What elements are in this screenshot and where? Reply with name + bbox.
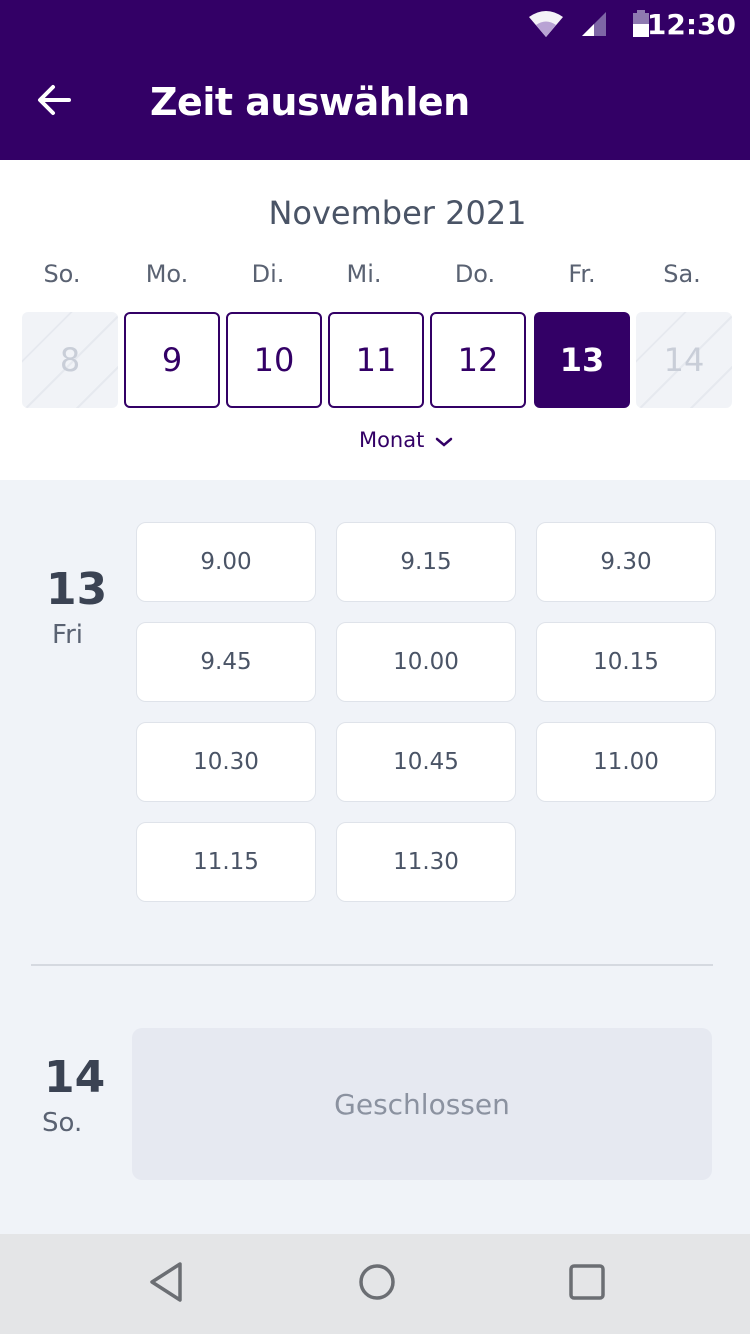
- time-slot-button[interactable]: 11.15: [136, 822, 316, 902]
- month-toggle-label: Monat: [358, 428, 425, 452]
- signal-icon: [580, 10, 608, 43]
- time-slot-button[interactable]: 10.15: [536, 622, 716, 702]
- time-slot-button[interactable]: 9.45: [136, 622, 316, 702]
- system-nav-bar: [0, 1234, 750, 1334]
- day-cell[interactable]: 10: [226, 312, 322, 408]
- chevron-down-icon: [435, 429, 453, 453]
- month-toggle-button[interactable]: Monat: [0, 428, 750, 453]
- weekday-label: Do.: [454, 260, 496, 288]
- arrow-left-icon: [36, 82, 72, 123]
- triangle-back-icon: [146, 1260, 186, 1309]
- time-slot-button[interactable]: 9.30: [536, 522, 716, 602]
- nav-recents-button[interactable]: [563, 1260, 611, 1308]
- weekday-label: Sa.: [663, 260, 701, 288]
- day-cell[interactable]: 11: [328, 312, 424, 408]
- weekday-label: Di.: [251, 260, 285, 288]
- day-cell-selected[interactable]: 13: [534, 312, 630, 408]
- nav-back-button[interactable]: [142, 1260, 190, 1308]
- back-button[interactable]: [22, 70, 86, 134]
- weekday-label: So.: [43, 260, 81, 288]
- app-bar: Zeit auswählen: [0, 48, 750, 160]
- time-slot-button[interactable]: 10.30: [136, 722, 316, 802]
- circle-home-icon: [357, 1262, 397, 1307]
- day-cell[interactable]: 9: [124, 312, 220, 408]
- nav-home-button[interactable]: [353, 1260, 401, 1308]
- weekday-label: Mo.: [145, 260, 189, 288]
- time-slot-button[interactable]: 9.15: [336, 522, 516, 602]
- time-slot-button[interactable]: 11.00: [536, 722, 716, 802]
- status-bar: 12:30: [0, 0, 750, 48]
- day-number: 13: [46, 564, 108, 615]
- weekday-label: Fr.: [568, 260, 596, 288]
- day-name: So.: [42, 1108, 83, 1138]
- day-cell-disabled: 14: [636, 312, 732, 408]
- section-divider: [31, 964, 713, 966]
- day-name: Fri: [52, 620, 83, 650]
- month-title: November 2021: [268, 194, 527, 232]
- square-recents-icon: [567, 1262, 607, 1307]
- day-number: 14: [44, 1052, 106, 1103]
- time-slot-button[interactable]: 10.00: [336, 622, 516, 702]
- wifi-icon: [528, 10, 564, 43]
- day-cell[interactable]: 12: [430, 312, 526, 408]
- closed-notice: Geschlossen: [132, 1028, 712, 1180]
- calendar-week-strip: November 2021 So. Mo. Di. Mi. Do. Fr. Sa…: [0, 160, 750, 480]
- status-time: 12:30: [646, 8, 736, 41]
- time-slot-button[interactable]: 9.00: [136, 522, 316, 602]
- time-slot-button[interactable]: 10.45: [336, 722, 516, 802]
- day-cell-disabled: 8: [22, 312, 118, 408]
- time-slot-button[interactable]: 11.30: [336, 822, 516, 902]
- weekday-label: Mi.: [346, 260, 382, 288]
- page-title: Zeit auswählen: [150, 80, 470, 124]
